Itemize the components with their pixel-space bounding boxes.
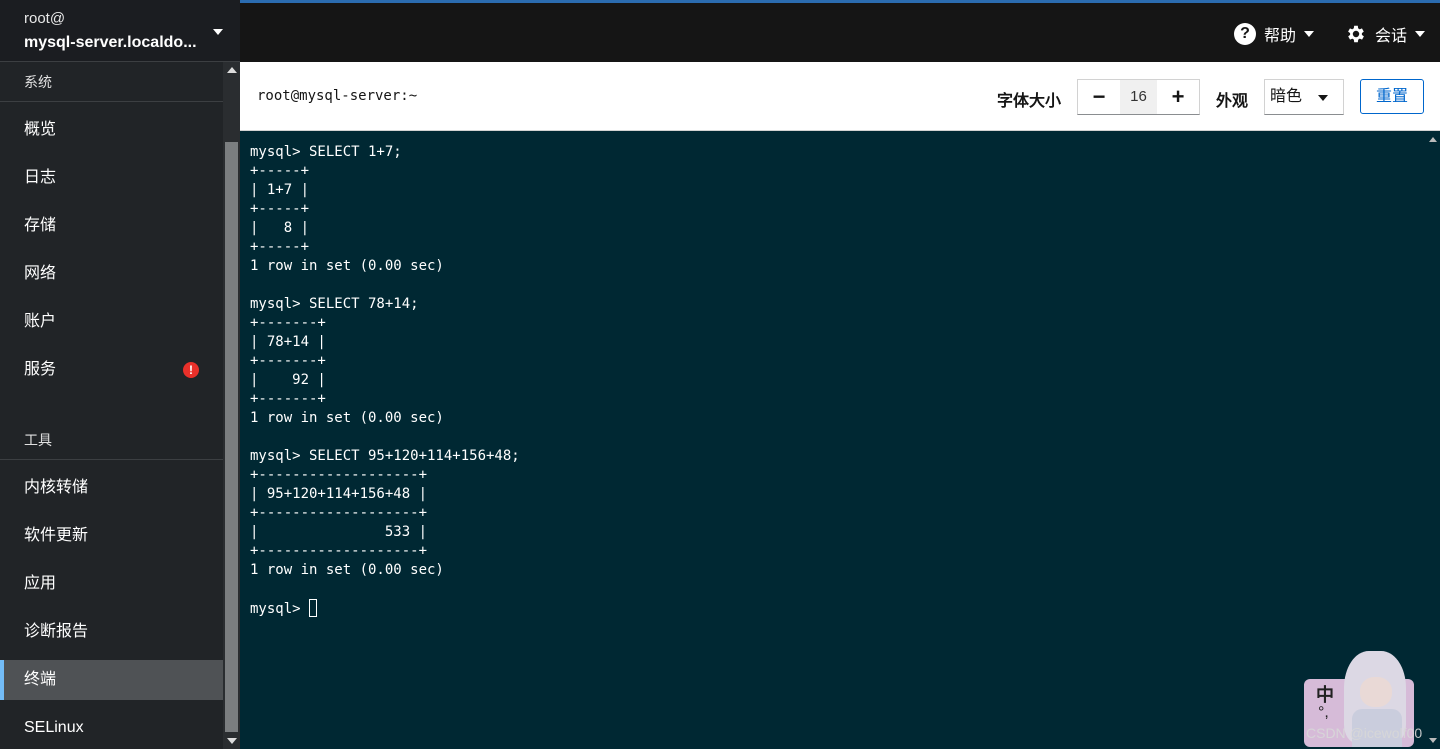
help-icon: ? [1234,23,1256,45]
terminal[interactable]: mysql> SELECT 1+7; +-----+ | 1+7 | +----… [240,131,1426,749]
host-user: root@ [24,10,66,27]
font-size-increase-button[interactable]: + [1157,80,1199,114]
scroll-down-icon[interactable] [1429,738,1437,743]
gear-icon [1348,25,1364,43]
host-name: mysql-server.localdo... [24,34,197,51]
font-size-label: 字体大小 [997,93,1062,110]
sidebar-item-applications[interactable]: 应用 [0,564,223,604]
sidebar: root@ mysql-server.localdo... 系统 概览 日志 存… [0,0,240,749]
terminal-prompt: mysql> [250,601,310,617]
host-switcher[interactable]: root@ mysql-server.localdo... [0,0,240,62]
sidebar-scrollbar[interactable] [223,62,240,749]
sidebar-item-networking[interactable]: 网络 [0,254,223,294]
sidebar-nav: 系统 概览 日志 存储 网络 账户 服务 工具 内核转储 软件更新 应用 诊断报… [0,62,223,749]
sidebar-item-overview[interactable]: 概览 [0,110,223,150]
caret-down-icon [1415,31,1426,37]
masthead: ? 帮助 会话 [240,0,1440,62]
appearance-value: 暗色 [1270,88,1303,105]
terminal-toolbar: root@mysql-server:~ 字体大小 − 16 + 外观 暗色 重置 [240,62,1440,131]
sidebar-item-services[interactable]: 服务 [0,350,223,390]
ime-punctuation-indicator: °, [1318,704,1329,721]
terminal-cursor [309,599,318,617]
help-label: 帮助 [1264,28,1297,45]
font-size-stepper: − 16 + [1077,79,1200,115]
sidebar-item-software-updates[interactable]: 软件更新 [0,516,223,556]
watermark: CSDN @icewolf00 [1306,725,1423,741]
caret-down-icon [1318,95,1328,101]
appearance-label: 外观 [1216,93,1249,110]
sidebar-item-selinux[interactable]: SELinux [0,708,223,748]
sidebar-item-kdump[interactable]: 内核转储 [0,468,223,508]
session-label: 会话 [1375,28,1408,45]
caret-down-icon [213,29,223,35]
ime-mode-indicator[interactable]: 中 [1316,686,1334,704]
nav-section-system: 系统 [0,62,223,102]
scrollbar-thumb[interactable] [225,142,238,732]
nav-section-tools: 工具 [0,420,223,460]
terminal-output-text: mysql> SELECT 1+7; +-----+ | 1+7 | +----… [250,144,520,578]
terminal-title: root@mysql-server:~ [257,88,418,104]
sidebar-item-terminal[interactable]: 终端 [0,660,223,700]
terminal-output: mysql> SELECT 1+7; +-----+ | 1+7 | +----… [250,143,520,619]
sidebar-item-label: 服务 [24,361,57,378]
mascot-face [1360,677,1392,707]
scroll-up-icon[interactable] [1429,137,1437,142]
help-menu[interactable]: ? 帮助 [1234,21,1315,47]
font-size-value[interactable]: 16 [1120,80,1157,114]
scroll-down-icon[interactable] [227,738,237,744]
sidebar-item-logs[interactable]: 日志 [0,158,223,198]
sidebar-item-diagnostic-reports[interactable]: 诊断报告 [0,612,223,652]
caret-down-icon [1304,31,1315,37]
sidebar-item-storage[interactable]: 存储 [0,206,223,246]
sidebar-item-accounts[interactable]: 账户 [0,302,223,342]
session-menu[interactable]: 会话 [1345,21,1426,47]
font-size-decrease-button[interactable]: − [1078,80,1120,114]
appearance-select[interactable]: 暗色 [1264,79,1344,115]
alert-icon [183,362,199,378]
terminal-scrollbar[interactable] [1426,131,1440,749]
reset-button[interactable]: 重置 [1360,79,1424,114]
scroll-up-icon[interactable] [227,67,237,73]
